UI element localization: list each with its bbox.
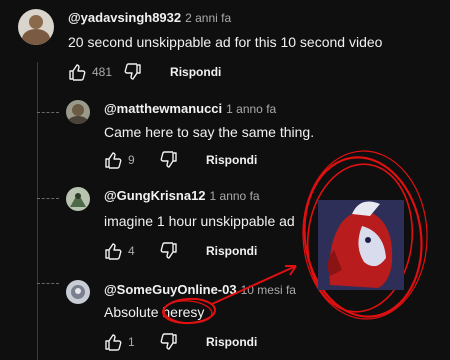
reply-button[interactable]: Rispondi: [206, 153, 257, 167]
comment-actions: 9 Rispondi: [104, 150, 257, 170]
author-name[interactable]: @yadavsingh8932: [68, 10, 181, 25]
thumb-up-icon[interactable]: [104, 333, 122, 351]
comment-age[interactable]: 2 anni fa: [185, 11, 231, 25]
reply-button[interactable]: Rispondi: [206, 335, 257, 349]
avatar[interactable]: [66, 187, 90, 211]
like-count: 4: [128, 244, 135, 258]
reply-comment: @SomeGuyOnline-03 10 mesi fa Absolute her…: [0, 266, 450, 352]
like-count: 481: [92, 65, 113, 79]
author-name[interactable]: @matthewmanucci: [104, 101, 222, 116]
comment-text: imagine 1 hour unskippable ad: [104, 213, 295, 229]
avatar[interactable]: [18, 9, 54, 45]
comment-age[interactable]: 1 anno fa: [226, 102, 276, 116]
comment: @yadavsingh8932 2 anni fa 20 second unski…: [0, 0, 450, 86]
comment-actions: 4 Rispondi: [104, 241, 257, 261]
comment-age[interactable]: 10 mesi fa: [241, 283, 296, 297]
comment-text: 20 second unskippable ad for this 10 sec…: [68, 34, 383, 50]
comment-author[interactable]: @SomeGuyOnline-03 10 mesi fa: [104, 282, 296, 297]
thumb-down-icon[interactable]: [160, 242, 178, 260]
author-name[interactable]: @SomeGuyOnline-03: [104, 282, 237, 297]
comment-text-start: Absolute: [104, 304, 163, 320]
comment-age[interactable]: 1 anno fa: [210, 189, 260, 203]
comment-actions: 481 Rispondi: [68, 62, 221, 82]
author-name[interactable]: @GungKrisna12: [104, 188, 206, 203]
thumb-up-icon[interactable]: [104, 242, 122, 260]
reply-button[interactable]: Rispondi: [206, 244, 257, 258]
comment-author[interactable]: @GungKrisna12 1 anno fa: [104, 188, 260, 203]
highlighted-word: heresy: [162, 304, 205, 320]
avatar[interactable]: [66, 280, 90, 304]
thumb-down-icon[interactable]: [124, 63, 142, 81]
reply-comment: @matthewmanucci 1 anno fa Came here to sa…: [0, 88, 450, 174]
avatar[interactable]: [66, 100, 90, 124]
comment-actions: 1 Rispondi: [104, 332, 257, 352]
thumb-up-icon[interactable]: [104, 151, 122, 169]
comment-text: Absolute heresy: [104, 304, 204, 320]
thumb-up-icon[interactable]: [68, 63, 86, 81]
thumb-down-icon[interactable]: [160, 333, 178, 351]
like-count: 9: [128, 153, 135, 167]
like-count: 1: [128, 335, 135, 349]
comment-author[interactable]: @matthewmanucci 1 anno fa: [104, 101, 276, 116]
reply-button[interactable]: Rispondi: [170, 65, 221, 79]
comment-author[interactable]: @yadavsingh8932 2 anni fa: [68, 10, 231, 25]
thumb-down-icon[interactable]: [160, 151, 178, 169]
reply-comment: @GungKrisna12 1 anno fa imagine 1 hour un…: [0, 175, 450, 261]
comment-text: Came here to say the same thing.: [104, 124, 315, 140]
